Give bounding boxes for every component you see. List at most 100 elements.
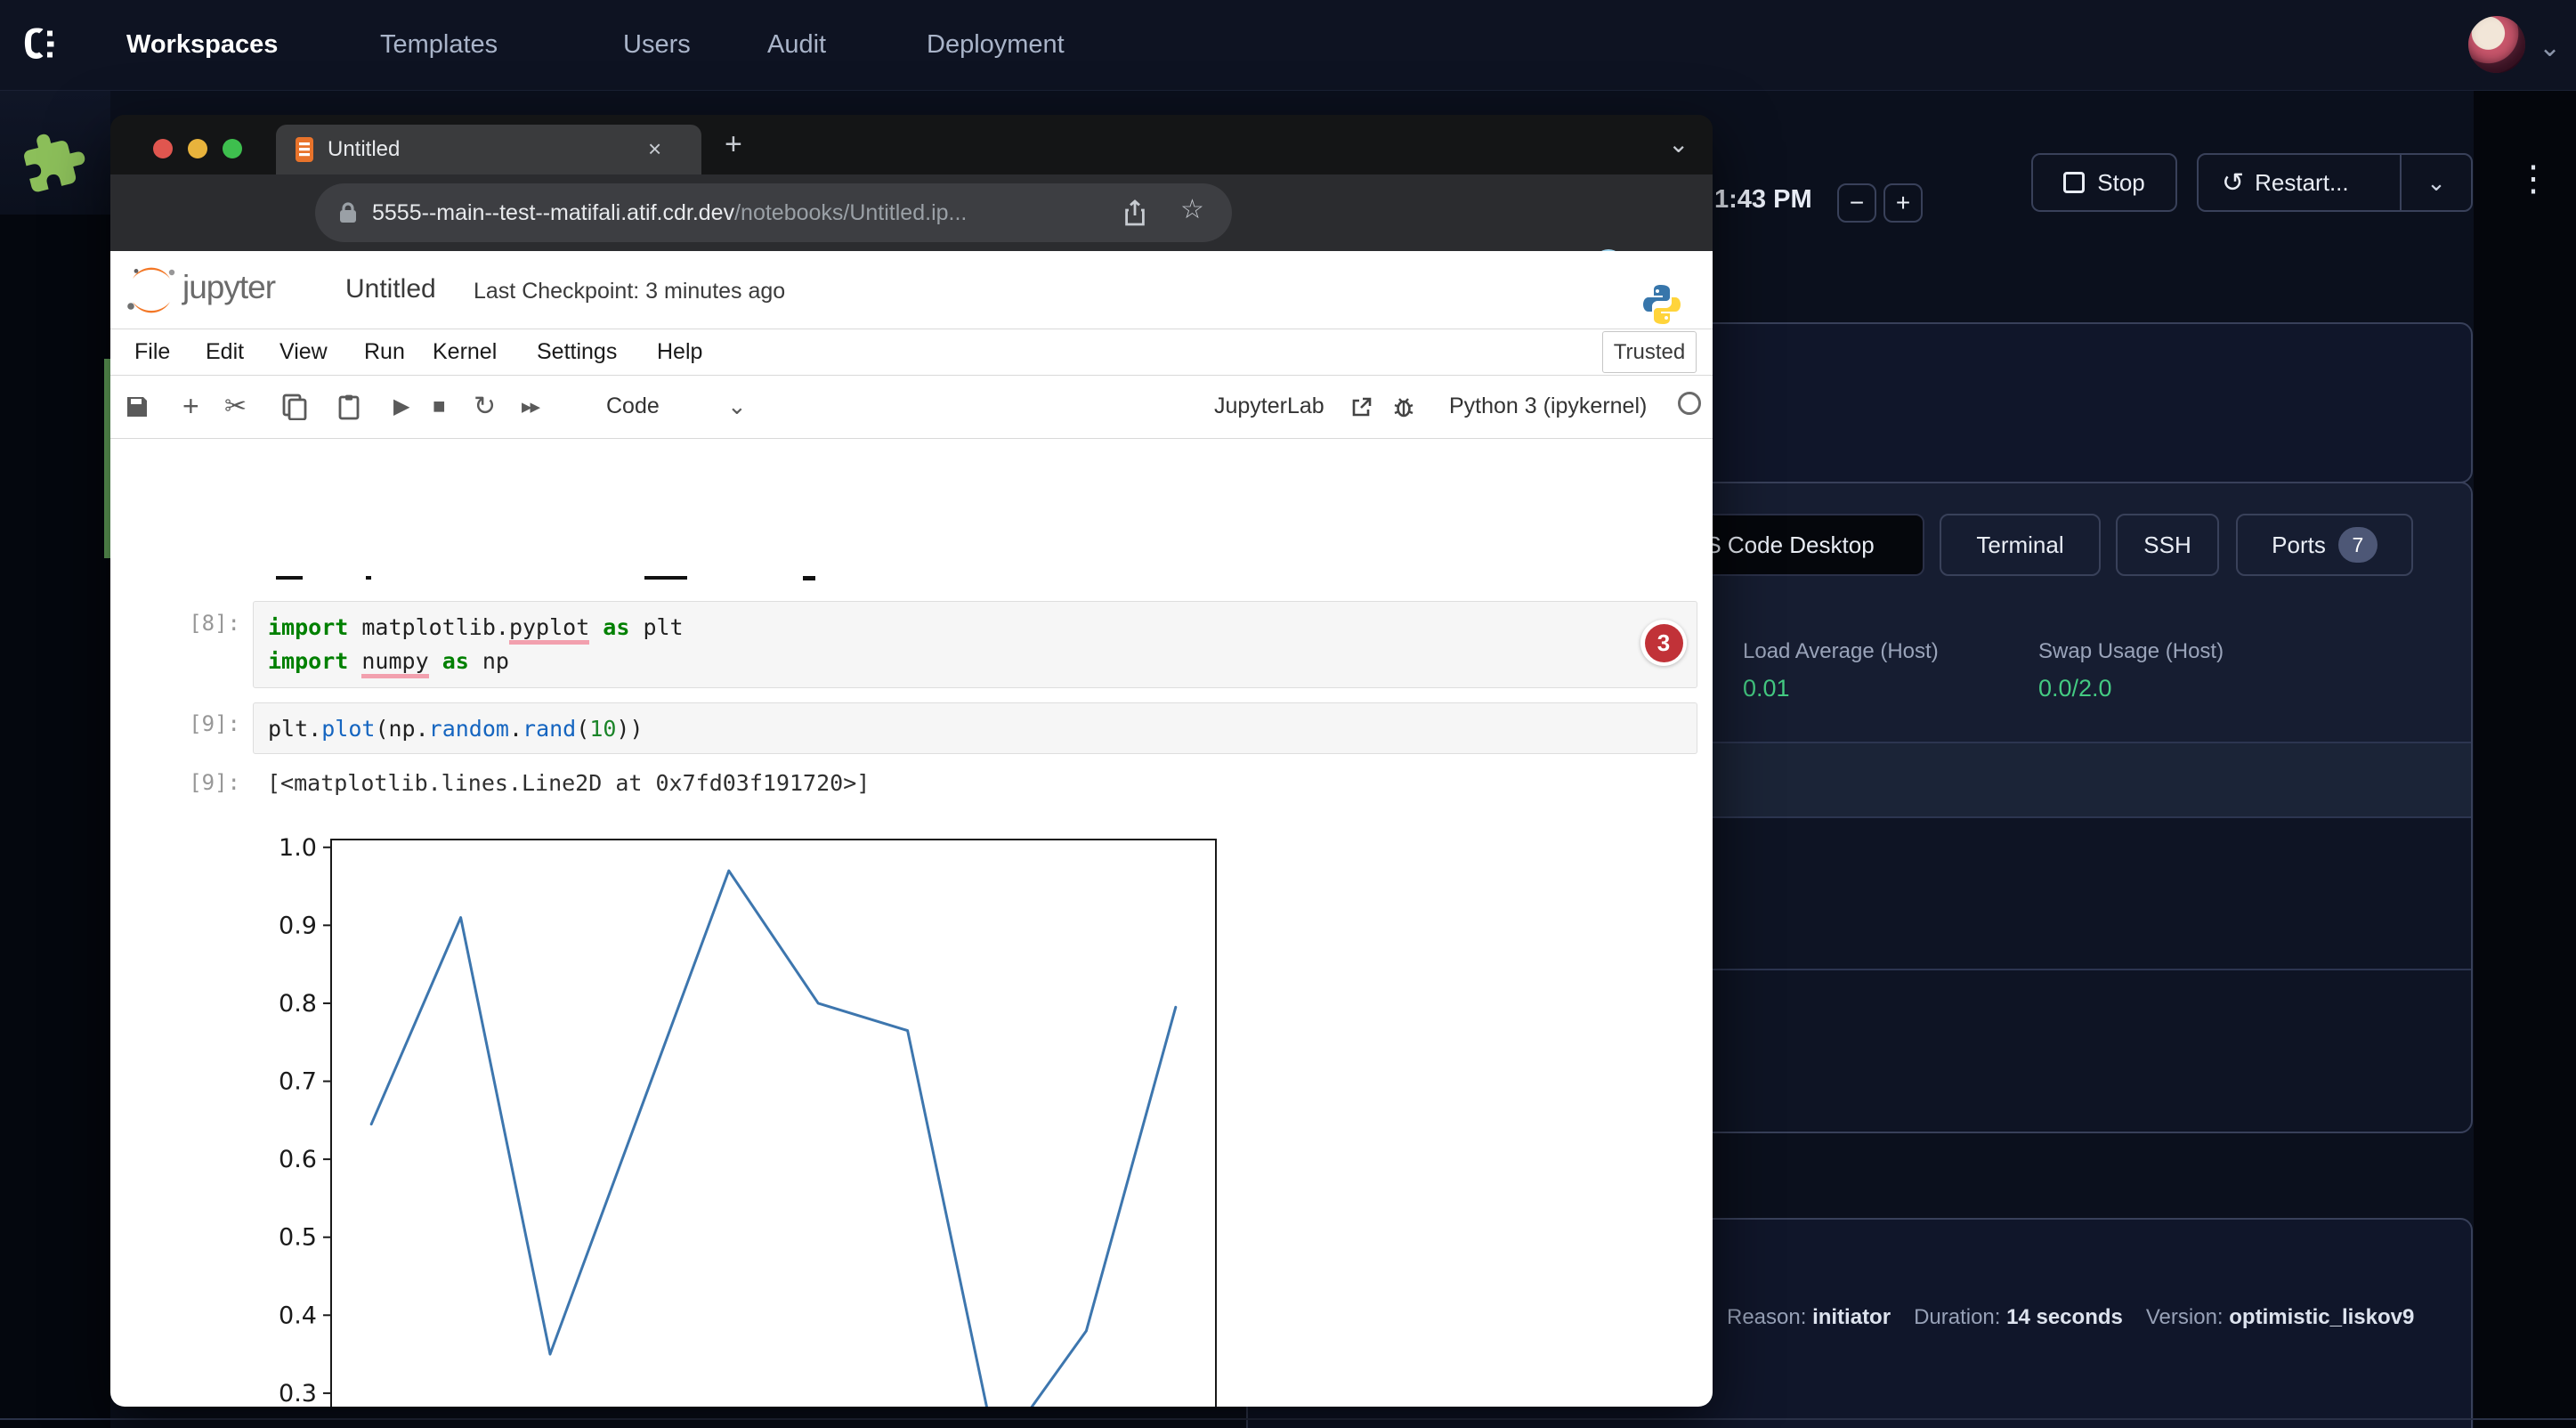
user-menu-chevron-icon[interactable]: ⌄: [2539, 32, 2561, 63]
ports-count-badge: 7: [2338, 527, 2378, 563]
notebook-title[interactable]: Untitled: [345, 274, 436, 304]
restart-button[interactable]: ↺ Restart... ⌄: [2197, 153, 2473, 212]
browser-tab-active[interactable]: Untitled ×: [276, 125, 701, 174]
clipped-cell-remnant: [276, 576, 303, 580]
stop-label: Stop: [2097, 169, 2145, 197]
tab-close-icon[interactable]: ×: [648, 135, 661, 163]
cell9-prompt: [9]:: [178, 711, 240, 736]
version-item: Version: optimistic_liskov9: [2146, 1305, 2414, 1330]
workspace-kebab-menu[interactable]: ⋮: [2515, 158, 2551, 199]
browser-toolbar: ← → ↻ 5555--main--test--matifali.atif.cd…: [110, 174, 1713, 251]
svg-text:0.7: 0.7: [279, 1068, 317, 1096]
browser-window: Untitled × + ⌄ ← → ↻ 5555--main--test--m…: [110, 115, 1713, 1407]
svg-text:0.5: 0.5: [279, 1224, 317, 1252]
trusted-button[interactable]: Trusted: [1602, 331, 1697, 373]
screen: 1:43 PM − + Stop ↺ Restart... ⌄ ⋮ S Code…: [0, 0, 2576, 1428]
terminal-button[interactable]: Terminal: [1940, 514, 2101, 576]
collaborators-badge[interactable]: 3: [1640, 620, 1687, 666]
copy-cells-button[interactable]: [282, 375, 307, 438]
address-bar[interactable]: 5555--main--test--matifali.atif.cdr.dev/…: [315, 183, 1232, 242]
cell-type-chevron-icon[interactable]: ⌄: [727, 375, 747, 438]
duration-item: Duration: 14 seconds: [1914, 1305, 2123, 1330]
output-prompt: [9]:: [178, 770, 240, 795]
status-green-bar: [104, 359, 110, 558]
cut-cells-button[interactable]: ✂: [224, 375, 247, 438]
browser-tabstrip: Untitled × + ⌄: [110, 115, 1713, 174]
notebook-favicon: [294, 137, 315, 162]
load-average-value: 0.01: [1743, 675, 1939, 702]
interrupt-kernel-button[interactable]: ■: [433, 375, 446, 438]
swap-usage-label: Swap Usage (Host): [2038, 639, 2224, 664]
save-button[interactable]: [126, 375, 149, 438]
run-all-button[interactable]: ▶▶: [522, 375, 539, 438]
cell8-line2: import numpy as np: [268, 645, 1682, 678]
jupyter-header: jupyter Untitled Last Checkpoint: 3 minu…: [110, 251, 1713, 329]
coder-logo: [18, 25, 61, 66]
url-host: 5555--main--test--matifali.atif.cdr.dev: [372, 200, 734, 226]
cell8-input[interactable]: import matplotlib.pyplot as plt import n…: [253, 601, 1697, 688]
ports-button[interactable]: Ports 7: [2236, 514, 2413, 576]
debugger-bug-icon[interactable]: [1390, 375, 1417, 438]
stop-button[interactable]: Stop: [2031, 153, 2177, 212]
menu-edit[interactable]: Edit: [206, 329, 244, 375]
load-average-label: Load Average (Host): [1743, 639, 1939, 664]
lock-icon: [338, 201, 358, 224]
nav-item-audit[interactable]: Audit: [767, 0, 826, 90]
cell9-input[interactable]: plt.plot(np.random.rand(10)): [253, 702, 1697, 754]
zoom-in-button[interactable]: +: [1883, 183, 1923, 223]
clipped-cell-remnant: [644, 576, 687, 580]
traffic-light-close[interactable]: [153, 139, 173, 158]
restart-options-chevron[interactable]: ⌄: [2400, 155, 2471, 210]
bookmark-star-icon[interactable]: ☆: [1180, 194, 1204, 225]
nav-item-templates[interactable]: Templates: [380, 0, 498, 90]
collaborators-count: 3: [1645, 624, 1683, 662]
tab-search-chevron-icon[interactable]: ⌄: [1668, 129, 1689, 158]
zoom-out-button[interactable]: −: [1837, 183, 1876, 223]
restart-kernel-button[interactable]: ↻: [474, 375, 496, 438]
checkpoint-status: Last Checkpoint: 3 minutes ago: [474, 279, 785, 304]
svg-text:0.8: 0.8: [279, 990, 317, 1018]
menu-settings[interactable]: Settings: [537, 329, 617, 375]
menu-kernel[interactable]: Kernel: [433, 329, 497, 375]
nav-item-users[interactable]: Users: [623, 0, 691, 90]
menu-run[interactable]: Run: [364, 329, 405, 375]
svg-text:0.6: 0.6: [279, 1146, 317, 1173]
url-path: /notebooks/Untitled.ip...: [734, 200, 967, 226]
workspace-time: 1:43 PM: [1714, 185, 1812, 215]
traffic-light-zoom[interactable]: [223, 139, 242, 158]
ports-label: Ports: [2272, 531, 2326, 559]
jupyter-logo: [126, 265, 177, 315]
traffic-light-minimize[interactable]: [188, 139, 207, 158]
restart-icon: ↺: [2222, 167, 2244, 199]
output-text: [<matplotlib.lines.Line2D at 0x7fd03f191…: [267, 770, 870, 796]
cell-type-select[interactable]: Code: [606, 375, 660, 438]
jupyter-brand: jupyter: [182, 269, 275, 306]
svg-text:0.9: 0.9: [279, 912, 317, 939]
run-cell-button[interactable]: ▶: [393, 375, 409, 438]
external-link-icon[interactable]: [1350, 375, 1373, 438]
stop-square-icon: [2063, 172, 2085, 193]
menu-file[interactable]: File: [134, 329, 170, 375]
python-logo: [1641, 283, 1682, 326]
nav-item-workspaces[interactable]: Workspaces: [126, 0, 278, 90]
menu-view[interactable]: View: [279, 329, 328, 375]
restart-label: Restart...: [2255, 169, 2348, 197]
share-icon[interactable]: [1123, 199, 1146, 226]
page-bottom-divider: [0, 1418, 2576, 1420]
nav-item-deployment[interactable]: Deployment: [927, 0, 1065, 90]
reason-item: Reason: initiator: [1727, 1305, 1891, 1330]
ssh-button[interactable]: SSH: [2116, 514, 2219, 576]
add-cell-button[interactable]: +: [182, 375, 199, 438]
new-tab-button[interactable]: +: [725, 127, 742, 162]
open-jupyterlab-link[interactable]: JupyterLab: [1214, 375, 1324, 438]
clipped-cell-remnant: [803, 576, 815, 580]
jupyter-menubar: [110, 329, 1713, 376]
kernel-name[interactable]: Python 3 (ipykernel): [1449, 375, 1647, 438]
ssh-label: SSH: [2143, 531, 2191, 559]
menu-help[interactable]: Help: [657, 329, 702, 375]
user-avatar[interactable]: [2468, 16, 2525, 73]
paste-cells-button[interactable]: [336, 375, 361, 438]
svg-text:1.0: 1.0: [279, 834, 317, 862]
swap-usage-value: 0.0/2.0: [2038, 675, 2224, 702]
clipped-cell-remnant: [366, 576, 371, 580]
